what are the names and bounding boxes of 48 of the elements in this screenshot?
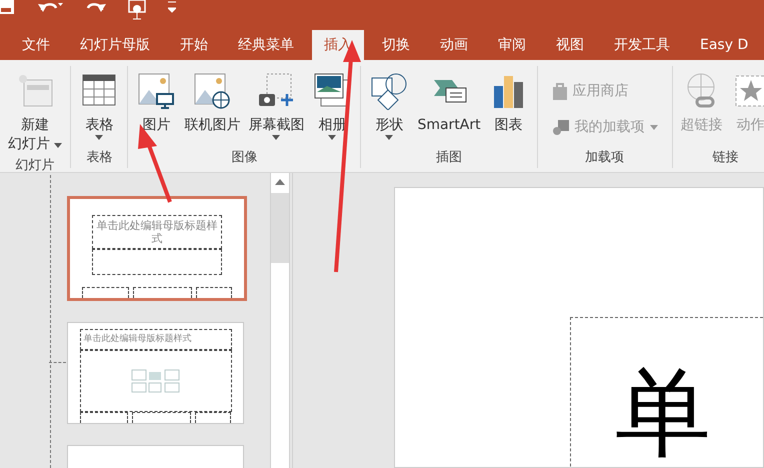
slide-title: 单	[615, 358, 712, 467]
slide-thumbnail[interactable]: 单击此处编辑母版标题样式	[67, 322, 244, 424]
ribbon-button[interactable]: 屏幕截图	[246, 66, 306, 142]
ribbon-button[interactable]: 形状	[367, 66, 412, 142]
title-placeholder[interactable]: 单	[570, 317, 763, 467]
scrollbar-thumb[interactable]	[271, 193, 289, 263]
ribbon-tab[interactable]: 切换	[370, 30, 422, 60]
group-label: 幻灯片	[14, 157, 56, 175]
footer-placeholder	[194, 412, 231, 423]
customize-caret-icon[interactable]	[168, 0, 176, 14]
footer-placeholder	[133, 287, 192, 298]
redo-icon[interactable]	[86, 0, 106, 14]
group-label: 加载项	[584, 149, 626, 167]
footer-placeholder	[196, 287, 232, 298]
slide-thumbnail[interactable]: 单击此处编辑母版标题样式	[67, 196, 247, 301]
footer-placeholder	[80, 412, 128, 423]
footer-placeholder	[82, 287, 130, 298]
group-label: 表格	[85, 149, 114, 167]
ribbon-button[interactable]: 相册	[310, 66, 354, 142]
store-bag-icon	[552, 82, 568, 100]
ribbon-tab[interactable]: 视图	[544, 30, 596, 60]
group-label: 链接	[712, 149, 740, 167]
ribbon-tab[interactable]: 经典菜单	[226, 30, 306, 60]
group-label: 插图	[435, 149, 464, 167]
online-picture-icon	[193, 72, 232, 110]
ribbon-tab[interactable]: Easy D	[688, 30, 760, 60]
ribbon-button[interactable]: 图片	[134, 66, 178, 137]
thumbnail-title: 单击此处编辑母版标题样式	[82, 332, 192, 346]
ribbon-button[interactable]: 新建 幻灯片	[6, 66, 64, 156]
thumbnail-title: 单击此处编辑母版标题样式	[96, 218, 218, 247]
addins-icon	[552, 118, 570, 136]
ribbon-tab[interactable]: 开始	[168, 30, 220, 60]
ribbon-button[interactable]: 图表	[486, 66, 531, 137]
shapes-icon	[370, 72, 408, 110]
picture-icon	[137, 72, 176, 110]
ribbon-tab[interactable]: 文件	[10, 30, 62, 60]
ribbon-tab[interactable]: 审阅	[486, 30, 538, 60]
presenter-icon[interactable]	[128, 0, 146, 20]
group-label: 图像	[230, 149, 258, 167]
ribbon-button[interactable]: 表格	[77, 66, 122, 142]
footer-placeholder	[132, 412, 191, 423]
content-placeholder-icon	[130, 369, 180, 393]
ribbon-tab[interactable]: 动画	[428, 30, 480, 60]
ribbon-tab[interactable]: 开发工具	[602, 30, 682, 60]
ribbon-tab[interactable]: 幻灯片母版	[68, 30, 162, 60]
undo-icon[interactable]	[38, 0, 64, 14]
ribbon-button[interactable]: SmartArt	[415, 66, 483, 137]
ribbon-button[interactable]: 联机图片	[182, 66, 242, 137]
